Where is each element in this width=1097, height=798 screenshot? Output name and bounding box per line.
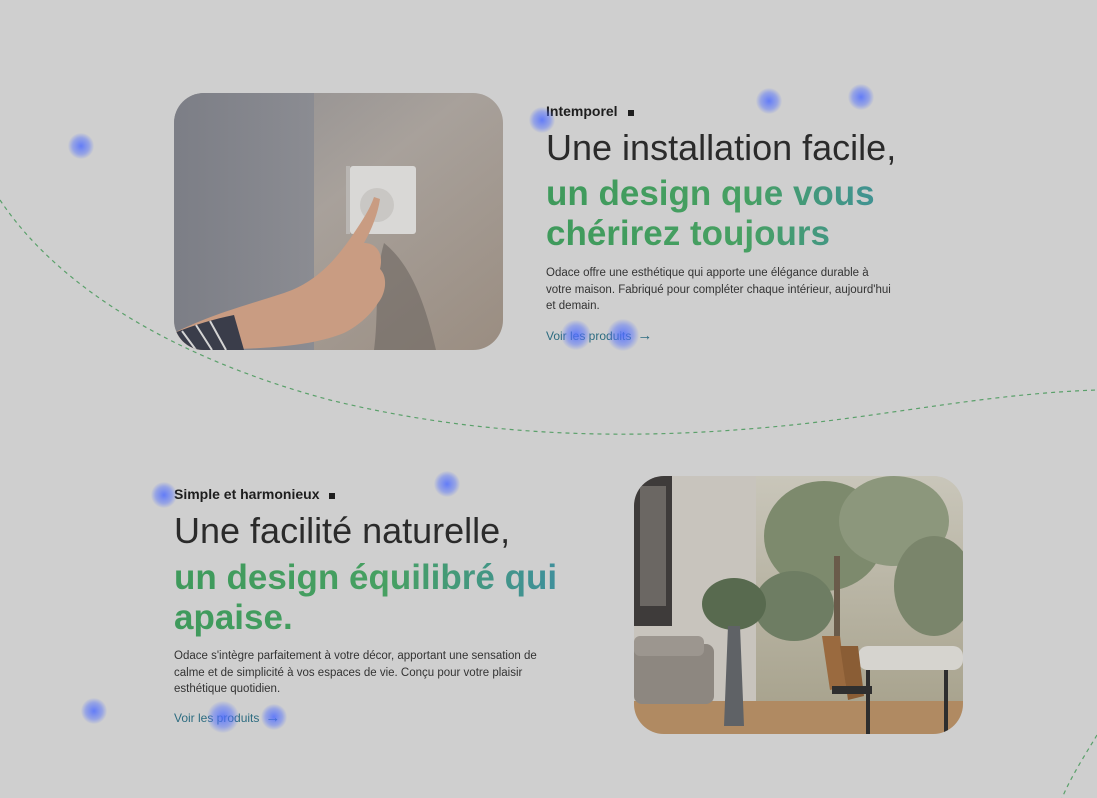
heatmap-dot <box>848 84 874 110</box>
section-1-image-hand-switch <box>174 93 503 350</box>
section-2-title-accent: un design équilibré qui apaise. <box>174 558 564 638</box>
section-2-description: Odace s'intègre parfaitement à votre déc… <box>174 650 537 695</box>
square-bullet-icon <box>627 109 634 116</box>
section-2-image-living-room <box>634 476 963 734</box>
heatmap-dot <box>434 471 460 497</box>
arrow-right-icon: → <box>265 709 281 726</box>
section-1-eyebrow: Intemporel <box>546 103 634 119</box>
heatmap-dot <box>81 698 107 724</box>
section-2-eyebrow-label: Simple et harmonieux <box>174 486 320 502</box>
section-1-eyebrow-label: Intemporel <box>546 103 618 119</box>
heatmap-dot <box>756 88 782 114</box>
section-1-view-products-link[interactable]: Voir les produits → <box>546 327 652 344</box>
section-2-view-products-label: Voir les produits <box>174 710 260 725</box>
section-2-eyebrow: Simple et harmonieux <box>174 486 336 502</box>
section-1-title: Une installation facile, <box>546 127 897 168</box>
section-1-description: Odace offre une esthétique qui apporte u… <box>546 267 891 312</box>
square-bullet-icon <box>329 492 336 499</box>
section-1-title-accent: un design que vous chérirez toujours <box>546 174 906 254</box>
arrow-right-icon: → <box>637 327 653 344</box>
section-2-view-products-link[interactable]: Voir les produits → <box>174 709 280 726</box>
section-1-view-products-label: Voir les produits <box>546 328 632 343</box>
heatmap-dot <box>68 133 94 159</box>
section-2-title: Une facilité naturelle, <box>174 510 511 551</box>
